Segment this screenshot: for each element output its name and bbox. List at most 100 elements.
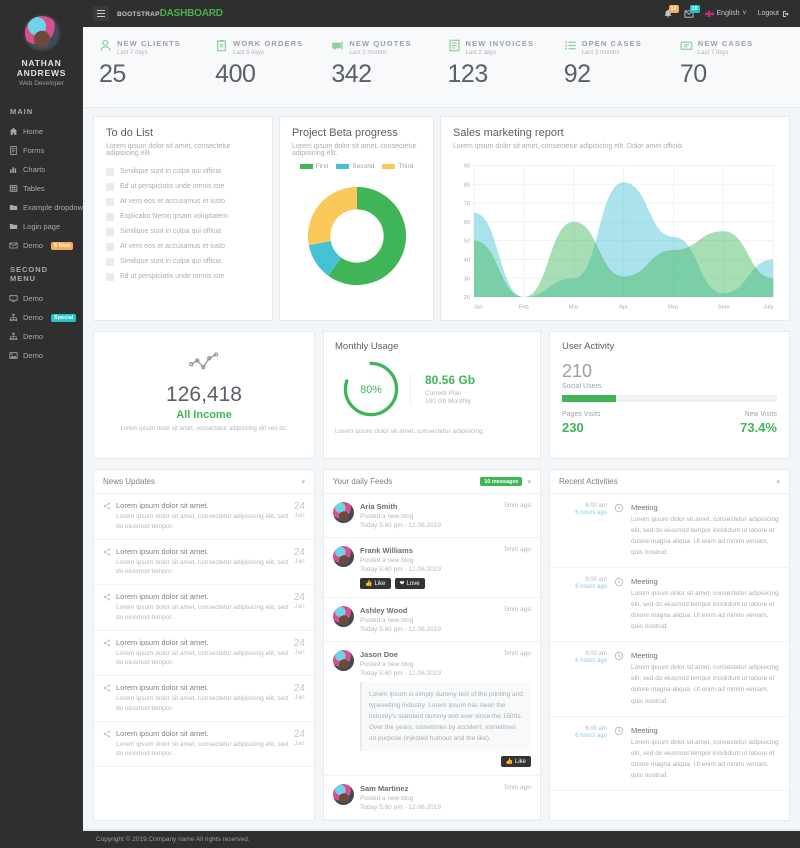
todo-label: Ed ut perspiciatis unde omnis iste (120, 273, 225, 280)
messages-count-badge: 10 messages (480, 477, 523, 486)
activity-title: User Activity (562, 341, 615, 352)
sidebar-item-tables[interactable]: Tables (0, 179, 83, 198)
news-header-actions: ▾ (301, 478, 305, 486)
sidebar-item-example-dropdown[interactable]: Example dropdown‹ (0, 198, 83, 217)
like-button[interactable]: 👍 Like (500, 756, 531, 768)
feed-name: Ashley Wood (360, 606, 408, 615)
activities-header-actions: ▾ (776, 478, 780, 486)
legend-swatch (299, 164, 313, 169)
chevron-down-icon[interactable]: ▾ (527, 478, 531, 486)
chevron-down-icon[interactable]: ▾ (301, 478, 305, 486)
todo-checkbox[interactable] (106, 272, 114, 281)
income-card: 126,418 All Income Lorem ipsum dolor sit… (93, 331, 315, 459)
todo-item[interactable]: Ed ut perspiciatis unde omnis iste (106, 269, 260, 284)
todo-checkbox[interactable] (106, 167, 114, 176)
news-item[interactable]: Lorem ipsum dolor sit amet. Lorem ipsum d… (94, 494, 314, 540)
love-button[interactable]: ❤ Love (394, 578, 425, 589)
activity-body: Meeting Lorem ipsum dolor sit amet, conse… (631, 651, 780, 706)
sidebar-item-demo[interactable]: Demo (0, 289, 83, 308)
menu-toggle-button[interactable] (93, 6, 109, 21)
activity-ago: 6 hours ago (575, 510, 607, 516)
todo-checkbox[interactable] (106, 257, 114, 266)
monitor-icon (9, 294, 18, 303)
stat-text: NEW QUOTES Last 2 months (349, 39, 411, 56)
feed-item[interactable]: Aria Smith Posted a new blog Today 5:60 pm… (324, 494, 540, 538)
todo-item[interactable]: Similique sunt in culpa qui officia (106, 164, 260, 179)
news-title: News Updates (103, 477, 156, 486)
todo-item[interactable]: Similique sunt in culpa qui officia (106, 254, 260, 269)
activity-times: 6:00 am 6 hours ago (559, 726, 607, 781)
like-label: Like (374, 580, 386, 587)
sidebar-item-label: Example dropdown (23, 203, 83, 212)
sidebar-item-demo[interactable]: Demo Special (0, 308, 83, 327)
news-body: Lorem ipsum dolor sit amet. Lorem ipsum d… (116, 501, 289, 532)
news-item[interactable]: Lorem ipsum dolor sit amet. Lorem ipsum d… (94, 631, 314, 676)
folder-icon (9, 222, 18, 231)
todo-item[interactable]: Ed ut perspiciatis unde omnis iste (106, 179, 260, 194)
sidebar-item-demo[interactable]: Demo 6 New (0, 236, 83, 255)
todo-item[interactable]: At vero eos et accusamus et iusto (106, 194, 260, 209)
feed-action: Posted a new blog (360, 557, 414, 564)
language-selector[interactable]: English ˅ (704, 10, 747, 17)
todo-checkbox[interactable] (106, 212, 114, 221)
recent-activities-card: Recent Activities ▾ 6:00 am 6 hours ago Me… (549, 469, 790, 822)
activity-item-desc: Lorem ipsum dolor sit amet, consectetur … (631, 590, 779, 631)
chevron-down-icon[interactable]: ▾ (776, 478, 780, 486)
feed-item[interactable]: Frank Williams Posted a new blog Today 5:6… (324, 538, 540, 598)
todo-checkbox[interactable] (106, 182, 114, 191)
y-axis-tick: 30 (464, 276, 470, 282)
like-label: Like (514, 758, 526, 765)
todo-checkbox[interactable] (106, 227, 114, 236)
avatar (22, 14, 61, 52)
avatar (333, 502, 354, 523)
sidebar-item-forms[interactable]: Forms (0, 141, 83, 160)
daily-feeds-card: Your daily Feeds 10 messages ▾ Aria Smit… (323, 469, 541, 822)
feed-date: Today 5:60 pm - 12.06.2019 (360, 804, 441, 812)
feed-date: Today 5:60 pm - 12.06.2019 (360, 522, 441, 529)
feed-item[interactable]: Jason Doe Posted a new blog Today 5:60 pm … (324, 642, 540, 777)
news-item[interactable]: Lorem ipsum dolor sit amet. Lorem ipsum d… (94, 676, 314, 722)
news-item-date: 24 Jan (294, 729, 305, 760)
feed-item[interactable]: Ashley Wood Posted a new blog Today 5:60 p… (324, 598, 540, 642)
activities-title: Recent Activities (559, 477, 618, 486)
todo-item[interactable]: Similique sunt in culpa qui officia (106, 224, 260, 239)
sidebar-item-charts[interactable]: Charts (0, 160, 83, 179)
news-item-title: Lorem ipsum dolor sit amet. (116, 637, 209, 647)
news-item[interactable]: Lorem ipsum dolor sit amet. Lorem ipsum d… (94, 585, 314, 631)
logout-button[interactable]: Logout (758, 10, 790, 18)
logout-label: Logout (757, 10, 779, 17)
y-axis-tick: 40 (464, 258, 470, 264)
todo-item[interactable]: At vero eos et accusamus et iusto (106, 239, 260, 254)
row-panels: News Updates ▾ Lorem ipsum dolor sit ame… (83, 459, 800, 822)
notifications-button[interactable]: 12 (663, 4, 679, 19)
news-item[interactable]: Lorem ipsum dolor sit amet. Lorem ipsum d… (94, 540, 314, 585)
feeds-header: Your daily Feeds 10 messages ▾ (324, 470, 540, 494)
stat-header: NEW CLIENTS Last 7 days (99, 39, 209, 56)
sidebar-item-login-page[interactable]: Login page (0, 217, 83, 236)
sidebar-item-label: Forms (23, 146, 45, 155)
y-axis-tick: 20 (464, 295, 470, 301)
todo-title: To do List (106, 127, 154, 139)
news-item[interactable]: Lorem ipsum dolor sit amet. Lorem ipsum d… (94, 722, 314, 767)
messages-button[interactable]: 10 (684, 4, 700, 19)
brand-logo[interactable]: BOOTSTRAPDASHBOARD (117, 8, 223, 19)
activity-ago: 6 hours ago (575, 732, 607, 739)
sidebar-section-second: SECOND MENU (10, 265, 49, 283)
todo-checkbox[interactable] (106, 242, 114, 251)
todo-item[interactable]: Explicabo Nemo ipsam voluptatem (106, 209, 260, 224)
pages-visits-value: 230 (562, 420, 584, 435)
like-button[interactable]: 👍 Like (360, 578, 391, 589)
sidebar-item-home[interactable]: Home (0, 122, 83, 141)
todo-label: At vero eos et accusamus et iusto (120, 243, 226, 250)
todo-checkbox[interactable] (106, 197, 114, 206)
feed-meta: Frank Williams Posted a new blog Today 5:6… (360, 546, 504, 573)
sidebar-item-demo[interactable]: Demo (0, 346, 83, 365)
uk-flag-icon (704, 10, 714, 17)
feed-action: Posted a new blog (360, 795, 414, 803)
sidebar-item-demo[interactable]: Demo (0, 327, 83, 346)
news-day: 24 (293, 546, 305, 558)
news-list: Lorem ipsum dolor sit amet. Lorem ipsum d… (94, 494, 314, 767)
feed-item[interactable]: Sam Martinez Posted a new blog Today 5:60 … (324, 776, 540, 821)
share-icon (103, 729, 111, 760)
legend-item: First (299, 163, 328, 170)
